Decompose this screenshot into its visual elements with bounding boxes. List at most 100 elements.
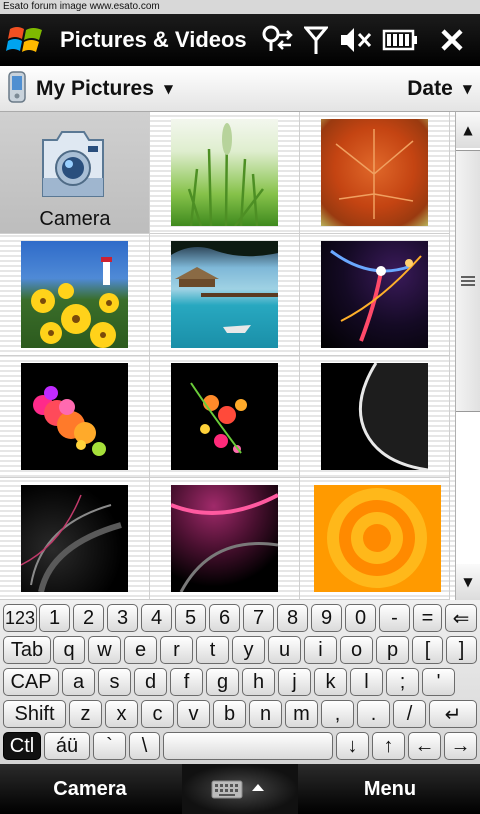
picture-thumbnail[interactable] — [150, 234, 300, 356]
volume-muted-icon[interactable] — [334, 14, 376, 66]
key-x[interactable]: x — [105, 700, 138, 728]
arrow-up-key[interactable]: ↑ — [372, 732, 405, 760]
key-left-bracket[interactable]: [ — [412, 636, 443, 664]
key-l[interactable]: l — [350, 668, 383, 696]
key-n[interactable]: n — [249, 700, 282, 728]
arrow-left-key[interactable]: ← — [408, 732, 441, 760]
key-minus[interactable]: - — [379, 604, 410, 632]
picture-thumbnail[interactable] — [150, 356, 300, 478]
key-h[interactable]: h — [242, 668, 275, 696]
key-c[interactable]: c — [141, 700, 174, 728]
key-period[interactable]: . — [357, 700, 390, 728]
menu-softkey[interactable]: Menu — [300, 764, 480, 814]
picture-thumbnail[interactable] — [0, 234, 150, 356]
dark-swirl-photo — [21, 485, 128, 592]
key-e[interactable]: e — [124, 636, 157, 664]
folder-dropdown[interactable]: My Pictures ▼ — [8, 66, 173, 112]
shift-key[interactable]: Shift — [3, 700, 66, 728]
key-0[interactable]: 0 — [345, 604, 376, 632]
yellow-flowers-photo — [21, 241, 128, 348]
key-z[interactable]: z — [69, 700, 102, 728]
key-v[interactable]: v — [177, 700, 210, 728]
key-semicolon[interactable]: ; — [386, 668, 419, 696]
key-i[interactable]: i — [304, 636, 337, 664]
picture-thumbnail[interactable] — [300, 234, 450, 356]
windows-start-icon[interactable] — [0, 14, 52, 66]
key-g[interactable]: g — [206, 668, 239, 696]
accent-key[interactable]: áü — [44, 732, 90, 760]
backspace-key[interactable]: ⇐ — [445, 604, 477, 632]
color-bubbles-photo — [21, 363, 128, 470]
key-4[interactable]: 4 — [141, 604, 172, 632]
key-o[interactable]: o — [340, 636, 373, 664]
key-123[interactable]: 123 — [3, 604, 37, 632]
ctrl-key[interactable]: Ctl — [3, 732, 41, 760]
key-9[interactable]: 9 — [311, 604, 342, 632]
key-u[interactable]: u — [268, 636, 301, 664]
enter-key[interactable]: ↵ — [429, 700, 477, 728]
sort-dropdown[interactable]: Date ▼ — [407, 66, 472, 112]
grass-photo — [171, 119, 278, 226]
picture-thumbnail[interactable] — [150, 112, 300, 234]
key-d[interactable]: d — [134, 668, 167, 696]
key-backtick[interactable]: ` — [93, 732, 126, 760]
key-s[interactable]: s — [98, 668, 131, 696]
input-panel-toggle[interactable] — [182, 764, 298, 814]
key-8[interactable]: 8 — [277, 604, 308, 632]
key-k[interactable]: k — [314, 668, 347, 696]
scroll-up-arrow-icon[interactable]: ▲ — [456, 112, 480, 148]
key-2[interactable]: 2 — [73, 604, 104, 632]
scroll-down-arrow-icon[interactable]: ▼ — [456, 564, 480, 600]
caps-lock-key[interactable]: CAP — [3, 668, 59, 696]
watermark-text: Esato forum image www.esato.com — [0, 0, 480, 14]
spacebar[interactable] — [163, 732, 333, 760]
key-t[interactable]: t — [196, 636, 229, 664]
picture-thumbnail[interactable] — [150, 478, 300, 600]
scrollbar-thumb[interactable] — [456, 150, 480, 412]
key-y[interactable]: y — [232, 636, 265, 664]
picture-thumbnail[interactable] — [0, 478, 150, 600]
key-equals[interactable]: = — [413, 604, 442, 632]
key-right-bracket[interactable]: ] — [446, 636, 477, 664]
dark-curve-photo — [321, 363, 428, 470]
key-slash[interactable]: / — [393, 700, 426, 728]
key-backslash[interactable]: \ — [129, 732, 160, 760]
battery-icon[interactable] — [376, 14, 424, 66]
picture-thumbnail[interactable] — [300, 478, 450, 600]
key-6[interactable]: 6 — [209, 604, 240, 632]
autumn-leaf-photo — [321, 119, 428, 226]
key-j[interactable]: j — [278, 668, 311, 696]
close-icon[interactable] — [428, 14, 476, 66]
key-7[interactable]: 7 — [243, 604, 274, 632]
picture-thumbnail[interactable] — [0, 356, 150, 478]
key-r[interactable]: r — [160, 636, 193, 664]
light-streaks-photo — [321, 241, 428, 348]
abstract-splash-photo — [171, 363, 278, 470]
signal-icon[interactable] — [298, 14, 334, 66]
camera-tile[interactable]: Camera — [0, 112, 150, 234]
key-w[interactable]: w — [88, 636, 121, 664]
key-3[interactable]: 3 — [107, 604, 138, 632]
arrow-right-key[interactable]: → — [444, 732, 477, 760]
key-5[interactable]: 5 — [175, 604, 206, 632]
key-1[interactable]: 1 — [39, 604, 70, 632]
picture-thumbnail[interactable] — [300, 112, 450, 234]
key-comma[interactable]: , — [321, 700, 354, 728]
key-apostrophe[interactable]: ' — [422, 668, 455, 696]
arrow-down-key[interactable]: ↓ — [336, 732, 369, 760]
connectivity-icon[interactable] — [256, 14, 298, 66]
title-bar: Pictures & Videos — [0, 14, 480, 66]
key-f[interactable]: f — [170, 668, 203, 696]
sort-label: Date — [407, 77, 453, 100]
vertical-scrollbar[interactable]: ▲ ▼ — [455, 112, 480, 600]
folder-label: My Pictures — [36, 77, 154, 100]
key-m[interactable]: m — [285, 700, 318, 728]
key-b[interactable]: b — [213, 700, 246, 728]
camera-icon — [39, 126, 107, 208]
picture-thumbnail[interactable] — [300, 356, 450, 478]
key-a[interactable]: a — [62, 668, 95, 696]
key-q[interactable]: q — [53, 636, 85, 664]
left-softkey[interactable]: Camera — [0, 764, 180, 814]
tab-key[interactable]: Tab — [3, 636, 51, 664]
key-p[interactable]: p — [376, 636, 409, 664]
